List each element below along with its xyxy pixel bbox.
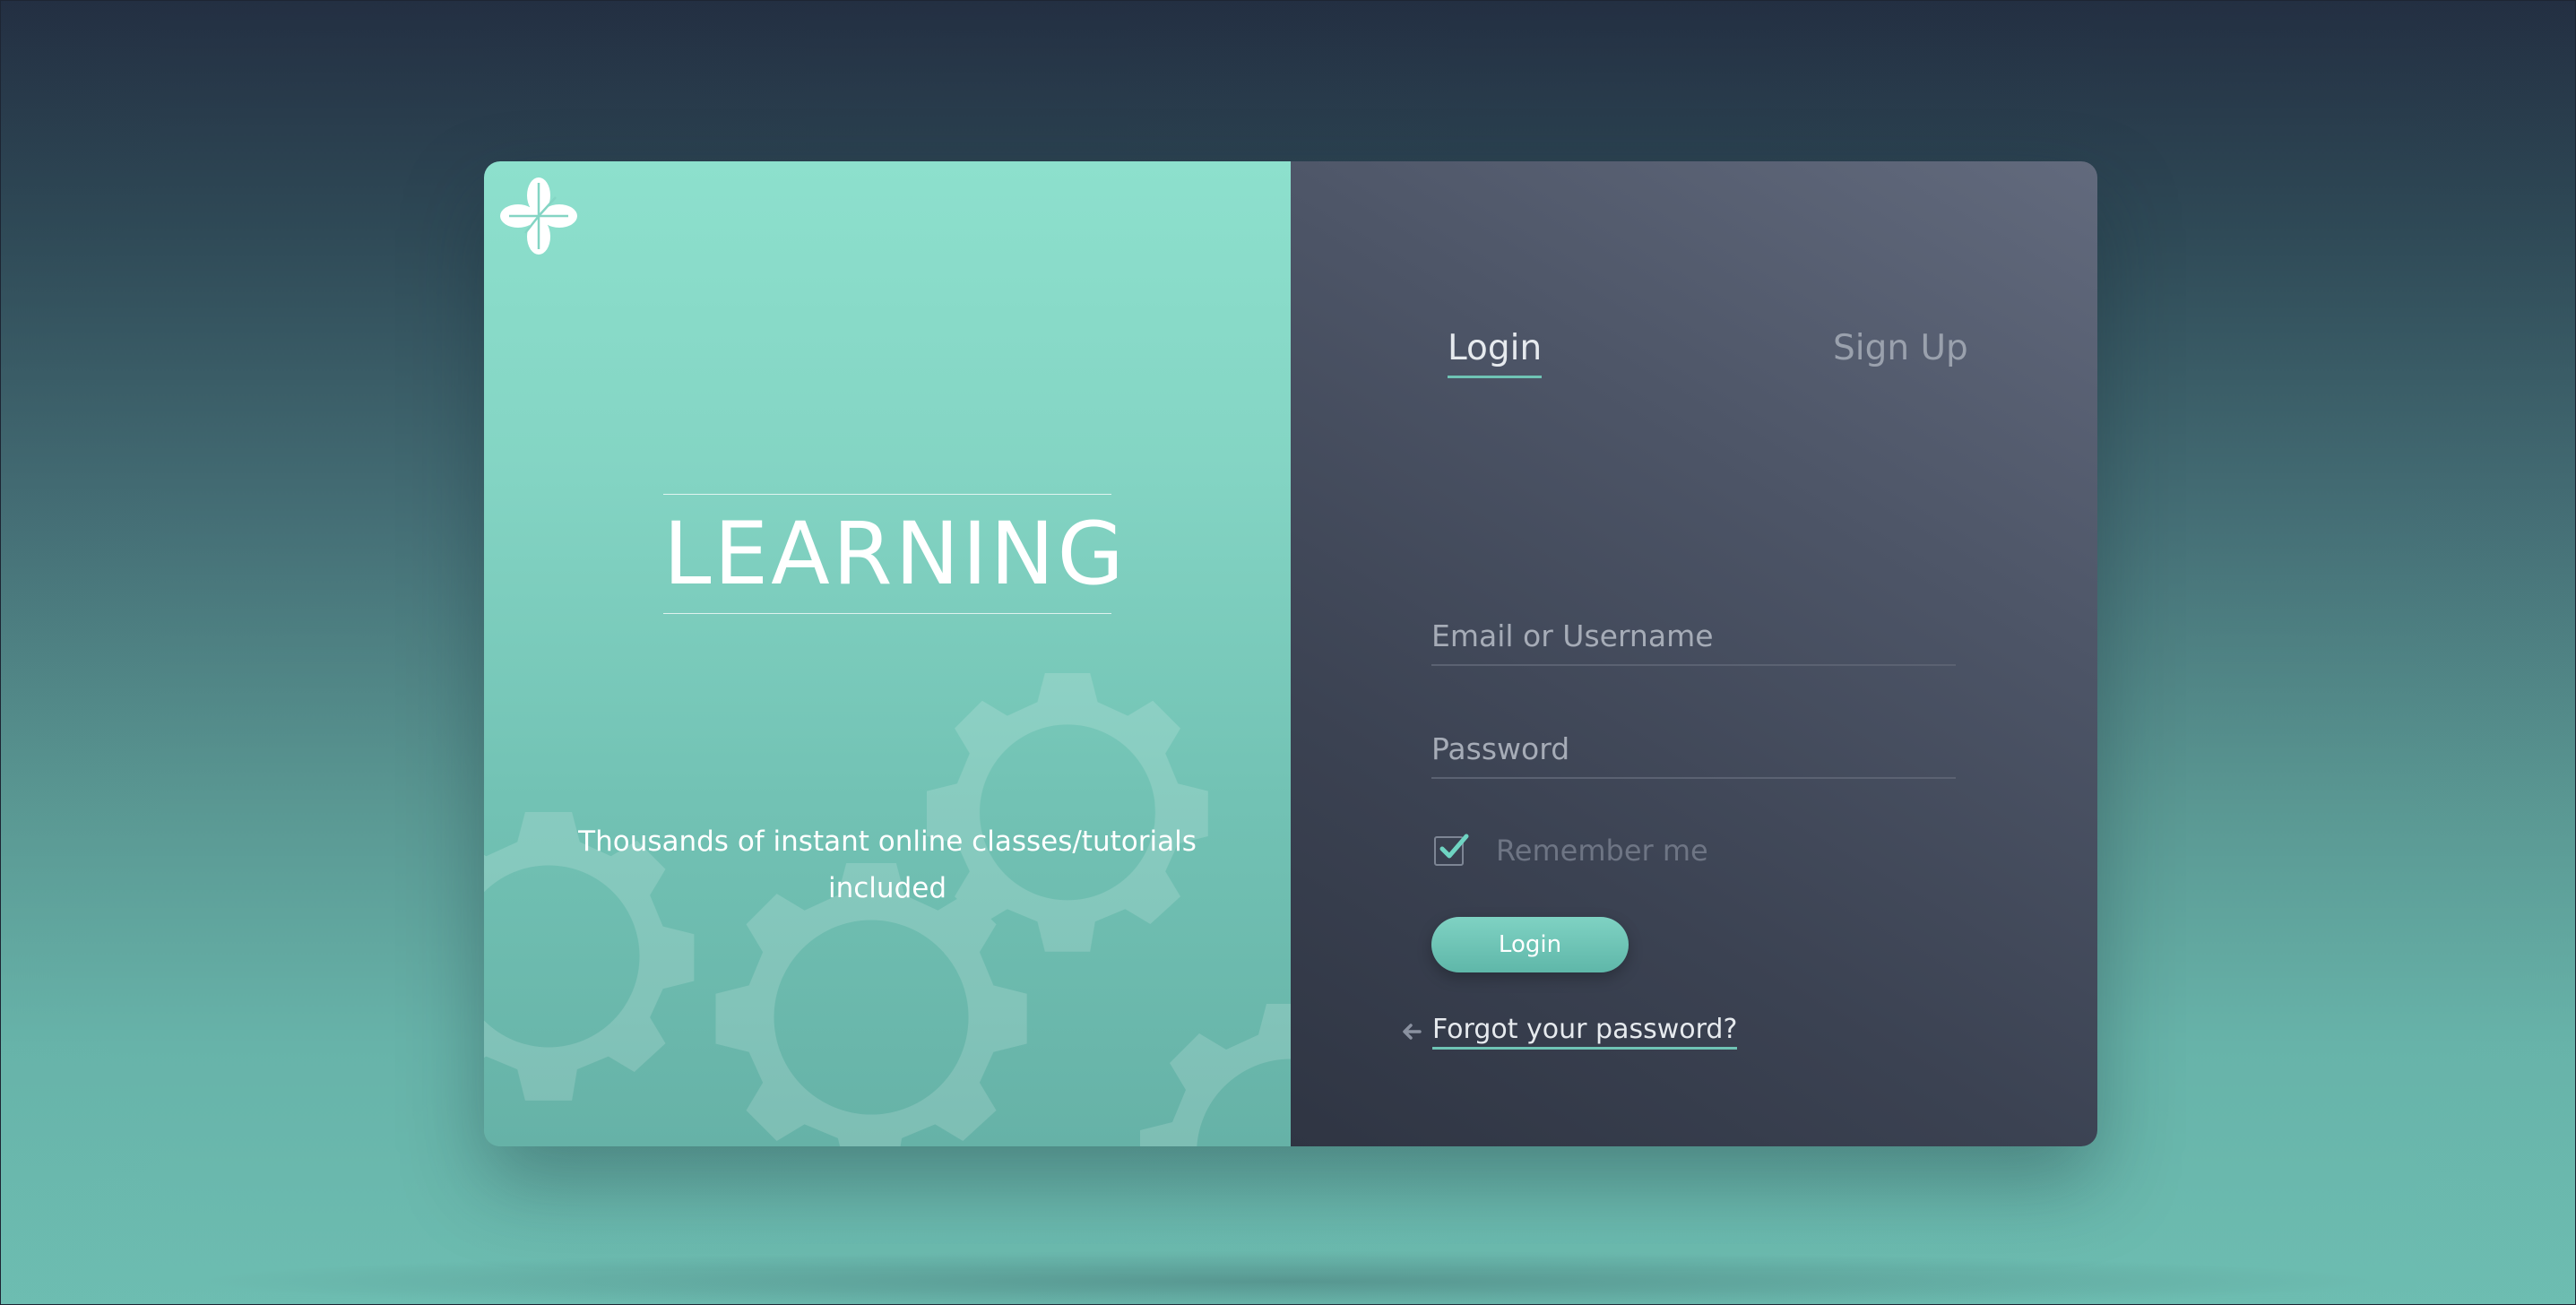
forgot-password: Forgot your password? [1400, 1010, 1738, 1053]
password-field [1431, 720, 1956, 779]
title-top-rule [663, 494, 1111, 495]
hero-title: LEARNING [663, 504, 1127, 604]
remember-checkbox[interactable] [1434, 834, 1469, 866]
flower-logo-icon [500, 177, 577, 255]
email-field [1431, 607, 1956, 666]
title-bottom-rule [663, 613, 1111, 614]
gears-decoration [484, 673, 1291, 1146]
remember-me: Remember me [1434, 830, 1708, 871]
login-card: LEARNING Thousands of instant online cla… [484, 161, 2097, 1146]
arrow-left-icon [1403, 1024, 1422, 1040]
remember-label: Remember me [1496, 834, 1708, 868]
login-button[interactable]: Login [1431, 917, 1629, 972]
hero-panel: LEARNING Thousands of instant online cla… [484, 161, 1291, 1146]
hero-tagline-line2: included [828, 872, 947, 904]
background-haze [179, 1250, 2397, 1305]
forgot-password-link[interactable]: Forgot your password? [1432, 1014, 1738, 1050]
tab-login[interactable]: Login [1448, 325, 1543, 378]
checkmark-icon [1439, 834, 1469, 858]
password-input[interactable] [1431, 720, 1956, 777]
hero-title-block: LEARNING [663, 494, 1127, 614]
hero-tagline-line1: Thousands of instant online classes/tuto… [578, 825, 1197, 858]
tab-signup[interactable]: Sign Up [1833, 325, 1968, 372]
gear-icon [1140, 1004, 1291, 1146]
email-input[interactable] [1431, 607, 1956, 664]
hero-tagline: Thousands of instant online classes/tuto… [574, 818, 1201, 912]
auth-panel: Login Sign Up Remember me Login Forgot y… [1291, 161, 2097, 1146]
